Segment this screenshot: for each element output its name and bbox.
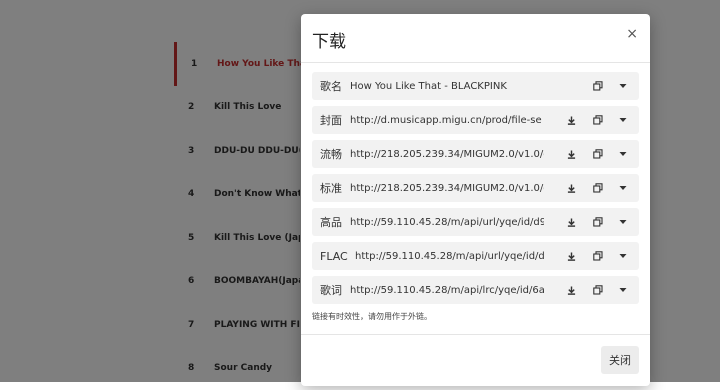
copy-icon[interactable] [588,140,608,168]
caret-down-icon[interactable] [613,174,633,202]
caret-down-icon[interactable] [613,140,633,168]
link-value[interactable]: http://59.110.45.28/m/api/url/yqe/id/d [355,251,544,262]
download-link-row: 封面 http://d.musicapp.migu.cn/prod/file-se [312,106,639,134]
download-dialog: 下载 × 歌名 How You Like That - BLACKPINK 封面 ht… [301,14,650,386]
close-button[interactable]: 关闭 [601,346,639,374]
row-actions [561,208,633,236]
download-link-row: 高品 http://59.110.45.28/m/api/url/yqe/id/d… [312,208,639,236]
row-actions [561,72,633,100]
copy-icon[interactable] [588,208,608,236]
download-icon[interactable] [561,140,581,168]
download-icon[interactable] [561,208,581,236]
link-expiry-note: 链接有时效性，请勿用作于外链。 [312,312,432,321]
download-icon[interactable] [561,174,581,202]
download-link-row: 歌词 http://59.110.45.28/m/api/lrc/yqe/id/6… [312,276,639,304]
dialog-footer: 关闭 [301,334,650,386]
download-link-row: FLAC http://59.110.45.28/m/api/url/yqe/id… [312,242,639,270]
quality-label: 歌名 [320,80,342,93]
link-value[interactable]: http://59.110.45.28/m/api/url/yqe/id/d9 [350,217,544,228]
download-link-row: 歌名 How You Like That - BLACKPINK [312,72,639,100]
download-link-row: 标准 http://218.205.239.34/MIGUM2.0/v1.0/c [312,174,639,202]
caret-down-icon[interactable] [613,208,633,236]
copy-icon[interactable] [588,276,608,304]
quality-label: 流畅 [320,148,342,161]
quality-label: 封面 [320,114,342,127]
download-icon[interactable] [561,242,581,270]
dialog-header: 下载 × [301,14,650,63]
quality-label: FLAC [320,249,348,263]
download-link-list: 歌名 How You Like That - BLACKPINK 封面 http://… [312,72,639,310]
link-value[interactable]: http://218.205.239.34/MIGUM2.0/v1.0/c [350,183,544,194]
caret-down-icon[interactable] [613,72,633,100]
link-value[interactable]: How You Like That - BLACKPINK [350,81,544,92]
caret-down-icon[interactable] [613,242,633,270]
link-value[interactable]: http://59.110.45.28/m/api/lrc/yqe/id/6a [350,285,544,296]
row-actions [561,242,633,270]
row-actions [561,276,633,304]
copy-icon[interactable] [588,72,608,100]
row-actions [561,140,633,168]
download-icon[interactable] [561,276,581,304]
copy-icon[interactable] [588,242,608,270]
link-value[interactable]: http://218.205.239.34/MIGUM2.0/v1.0/c [350,149,544,160]
quality-label: 标准 [320,182,342,195]
close-icon[interactable]: × [626,26,638,42]
caret-down-icon[interactable] [613,106,633,134]
row-actions [561,174,633,202]
row-actions [561,106,633,134]
download-icon[interactable] [561,106,581,134]
dialog-title: 下载 [312,32,346,52]
link-value[interactable]: http://d.musicapp.migu.cn/prod/file-se [350,115,544,126]
download-link-row: 流畅 http://218.205.239.34/MIGUM2.0/v1.0/c [312,140,639,168]
copy-icon[interactable] [588,174,608,202]
copy-icon[interactable] [588,106,608,134]
caret-down-icon[interactable] [613,276,633,304]
quality-label: 高品 [320,216,342,229]
quality-label: 歌词 [320,284,342,297]
